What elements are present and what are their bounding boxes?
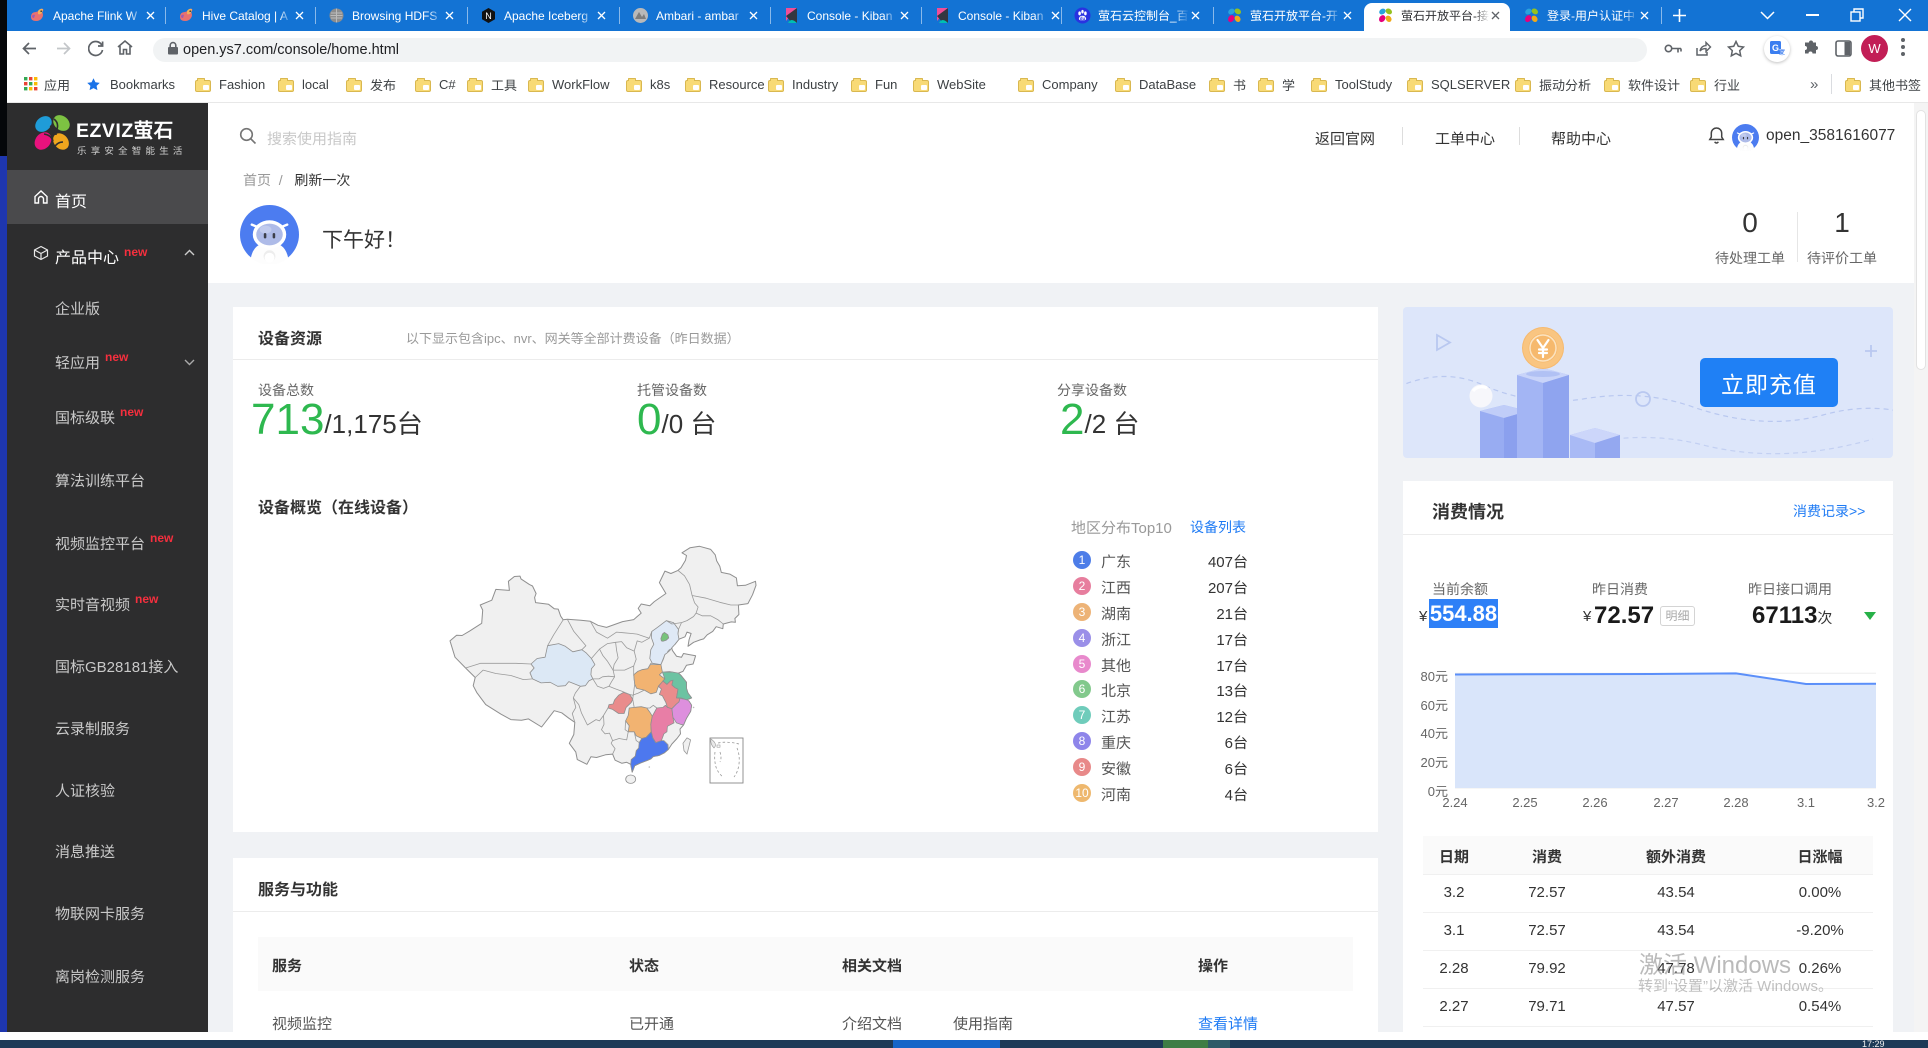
svg-text:乐享安全智能生活: 乐享安全智能生活 — [77, 145, 187, 157]
svg-text:du: du — [1080, 16, 1086, 21]
svg-text:EZVIZ萤石: EZVIZ萤石 — [76, 119, 174, 142]
svg-text:文: 文 — [1779, 49, 1785, 57]
svg-text:G: G — [1772, 43, 1779, 53]
svg-text:N: N — [485, 11, 492, 21]
